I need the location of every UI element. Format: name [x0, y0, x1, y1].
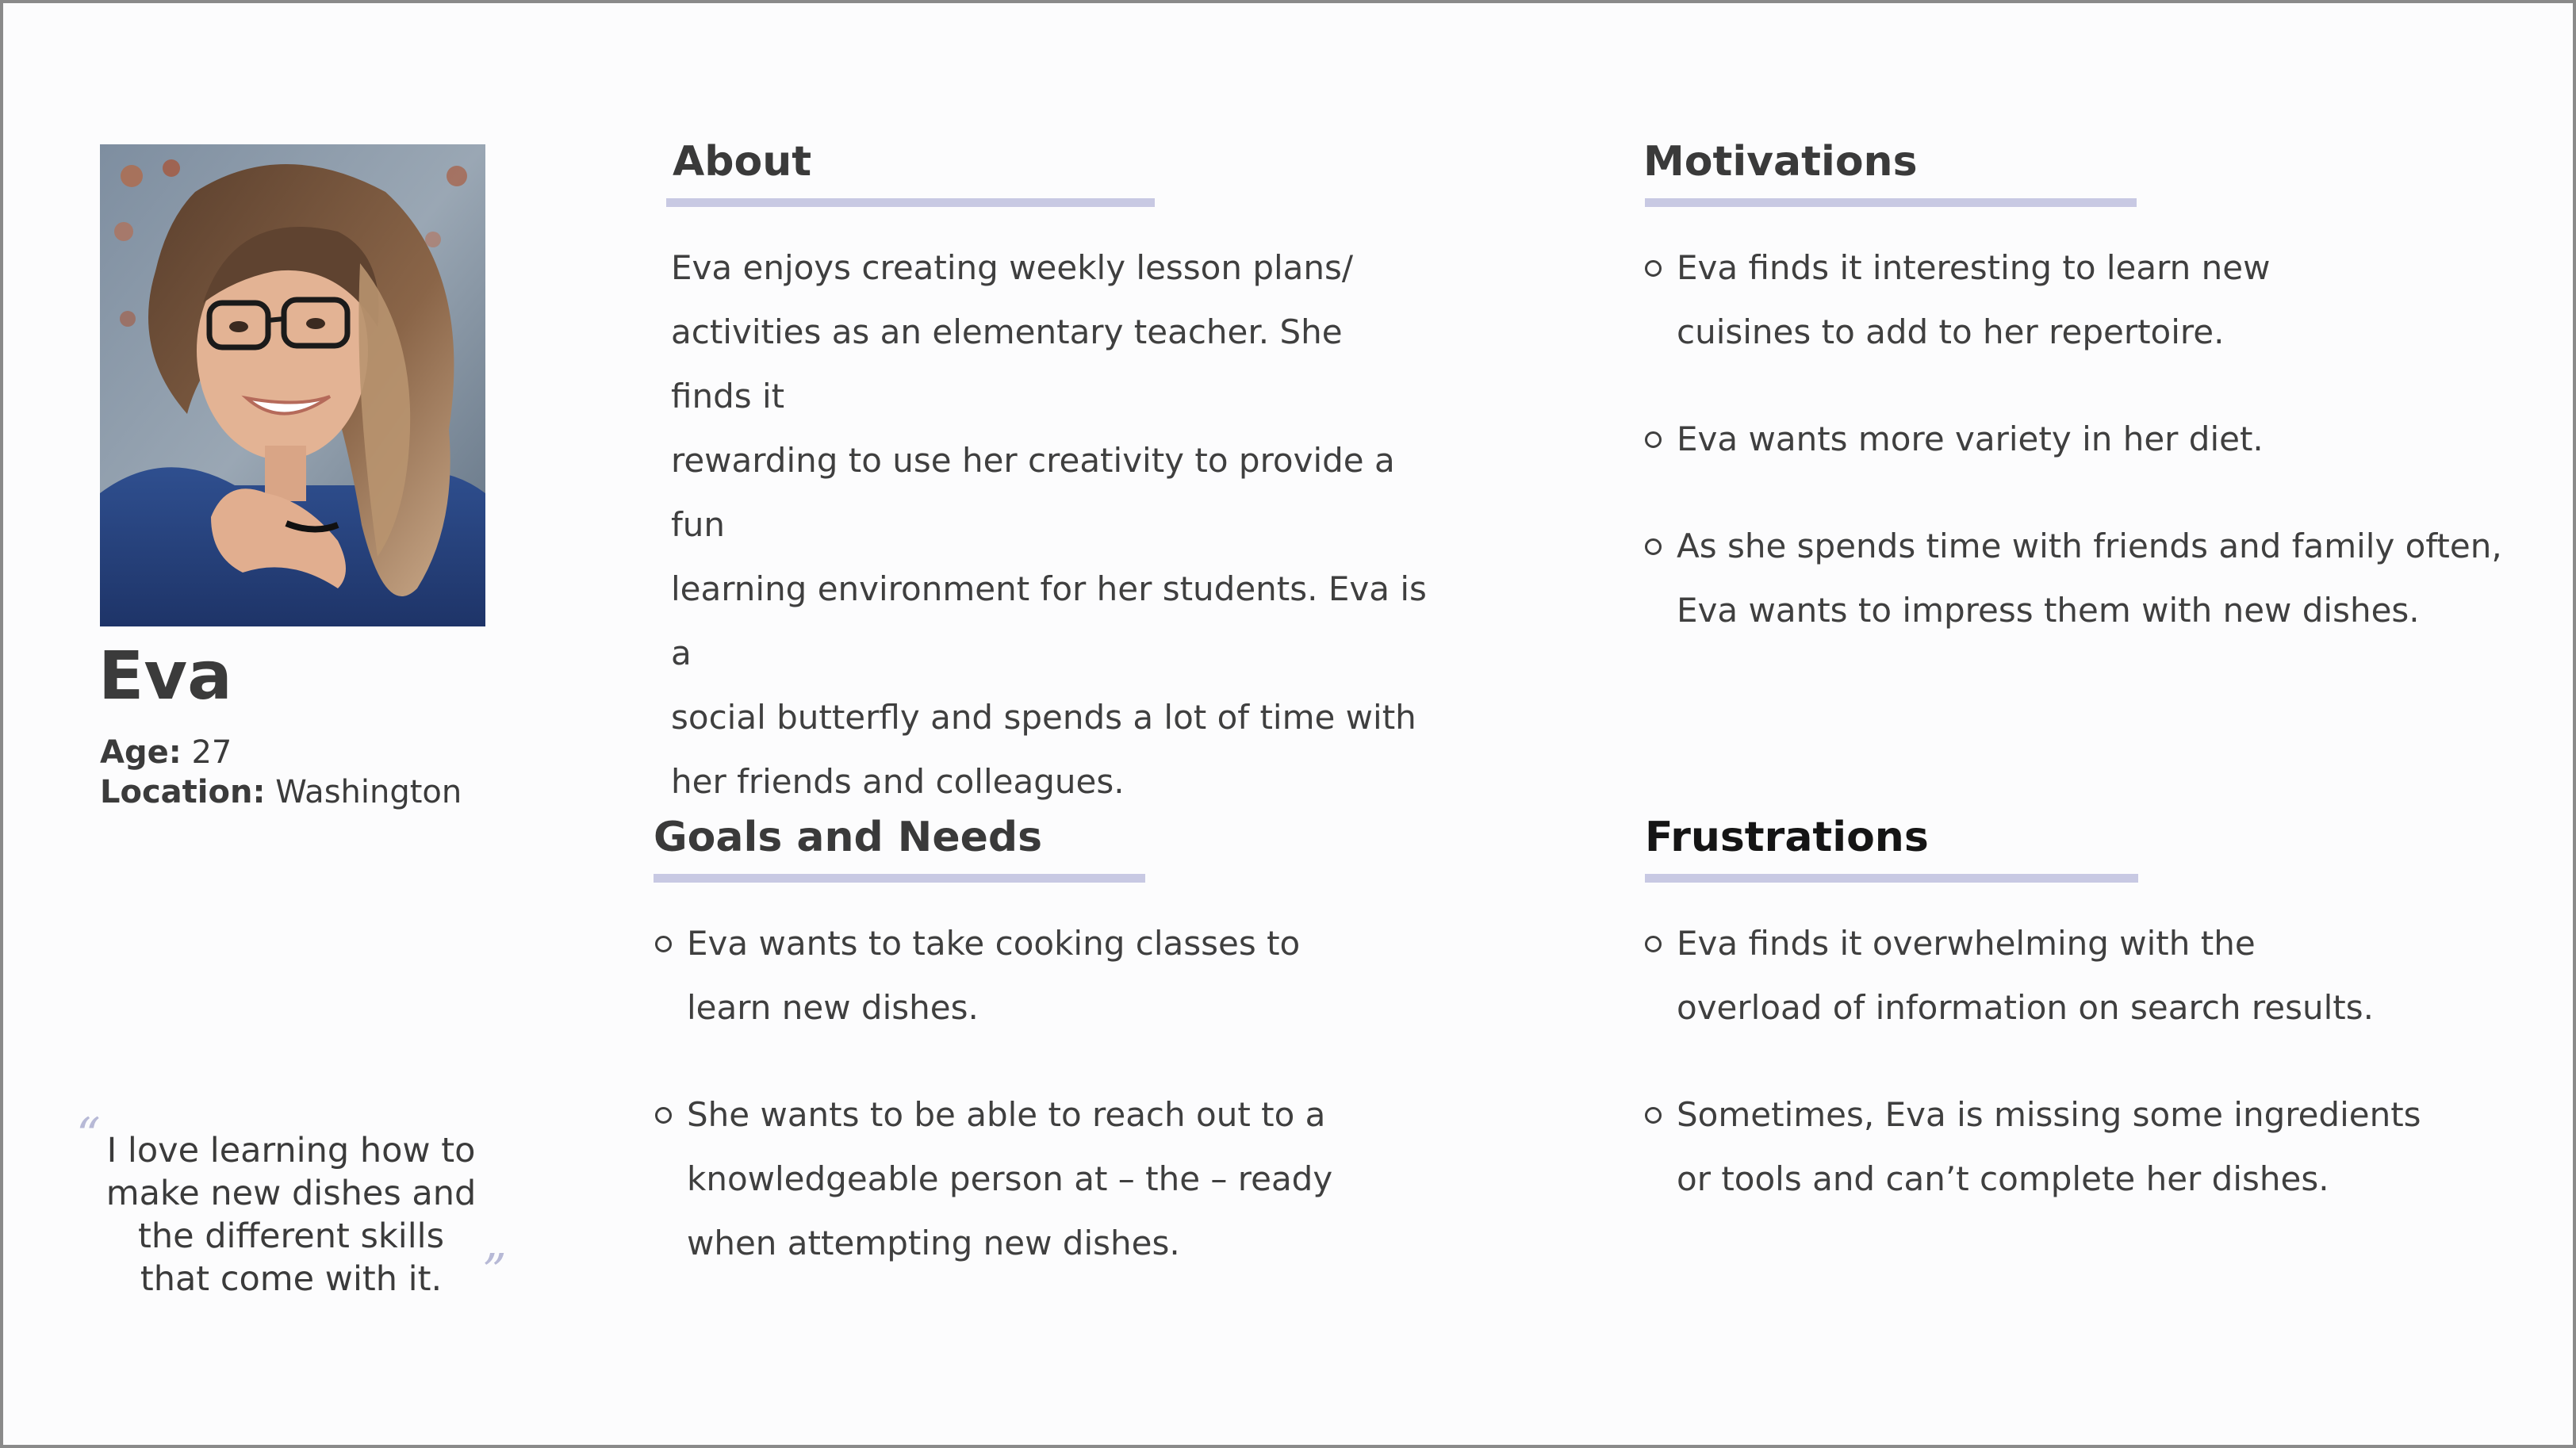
- circle-bullet-icon: [1645, 936, 1662, 952]
- list-item: Eva finds it interesting to learn new cu…: [1643, 236, 2524, 364]
- motivations-section: Motivations Eva finds it interesting to …: [1643, 135, 2524, 685]
- goals-heading: Goals and Needs: [654, 814, 1043, 861]
- frustrations-section: Frustrations Eva finds it overwhelming w…: [1645, 810, 2525, 1254]
- frustrations-heading-rule: [1645, 874, 2138, 883]
- persona-card: Eva Age: 27 Location: Washington “ I lov…: [0, 0, 2576, 1448]
- about-section: About Eva enjoys creating weekly lesson …: [666, 135, 1443, 814]
- location-value: Washington: [275, 774, 462, 810]
- motivations-heading: Motivations: [1643, 138, 1918, 186]
- age-label: Age:: [100, 734, 182, 771]
- about-line: learning environment for her students. E…: [671, 569, 1427, 672]
- goals-section: Goals and Needs Eva wants to take cookin…: [654, 810, 1431, 1318]
- list-item: Eva wants to take cooking classes to lea…: [654, 911, 1431, 1040]
- circle-bullet-icon: [1645, 260, 1662, 277]
- list-item: Eva finds it overwhelming with the overl…: [1643, 911, 2525, 1040]
- circle-bullet-icon: [1645, 431, 1662, 448]
- list-item: Eva wants more variety in her diet.: [1643, 407, 2524, 471]
- frustrations-list: Eva finds it overwhelming with the overl…: [1643, 911, 2525, 1211]
- persona-location: Location: Washington: [100, 772, 462, 812]
- circle-bullet-icon: [655, 936, 672, 952]
- about-text: Eva enjoys creating weekly lesson plans/…: [671, 236, 1432, 814]
- persona-quote: I love learning how to make new dishes a…: [105, 1131, 477, 1299]
- goals-heading-rule: [654, 874, 1145, 883]
- motivations-heading-rule: [1645, 198, 2137, 207]
- frustrations-heading: Frustrations: [1645, 814, 1929, 861]
- circle-bullet-icon: [1645, 1107, 1662, 1124]
- circle-bullet-icon: [655, 1107, 672, 1124]
- age-value: 27: [191, 734, 232, 771]
- location-label: Location:: [100, 774, 266, 810]
- about-line: Eva enjoys creating weekly lesson plans/: [671, 248, 1354, 287]
- about-heading: About: [673, 138, 812, 186]
- about-heading-rule: [666, 198, 1155, 207]
- list-item: She wants to be able to reach out to a k…: [654, 1082, 1431, 1275]
- goals-list: Eva wants to take cooking classes to lea…: [654, 911, 1431, 1275]
- list-item: As she spends time with friends and fami…: [1643, 514, 2524, 642]
- list-item: Sometimes, Eva is missing some ingredien…: [1643, 1082, 2525, 1211]
- about-line: rewarding to use her creativity to provi…: [671, 441, 1395, 544]
- about-line: social butterfly and spends a lot of tim…: [671, 698, 1416, 737]
- motivations-list: Eva finds it interesting to learn new cu…: [1643, 236, 2524, 642]
- about-line: activities as an elementary teacher. She…: [671, 312, 1343, 416]
- quote-open-mark: “: [76, 1108, 101, 1163]
- persona-age: Age: 27: [100, 733, 232, 772]
- circle-bullet-icon: [1645, 538, 1662, 555]
- about-line: her friends and colleagues.: [671, 762, 1125, 801]
- persona-photo: [100, 144, 485, 626]
- quote-close-mark: ”: [482, 1244, 507, 1300]
- persona-name: Eva: [98, 637, 232, 714]
